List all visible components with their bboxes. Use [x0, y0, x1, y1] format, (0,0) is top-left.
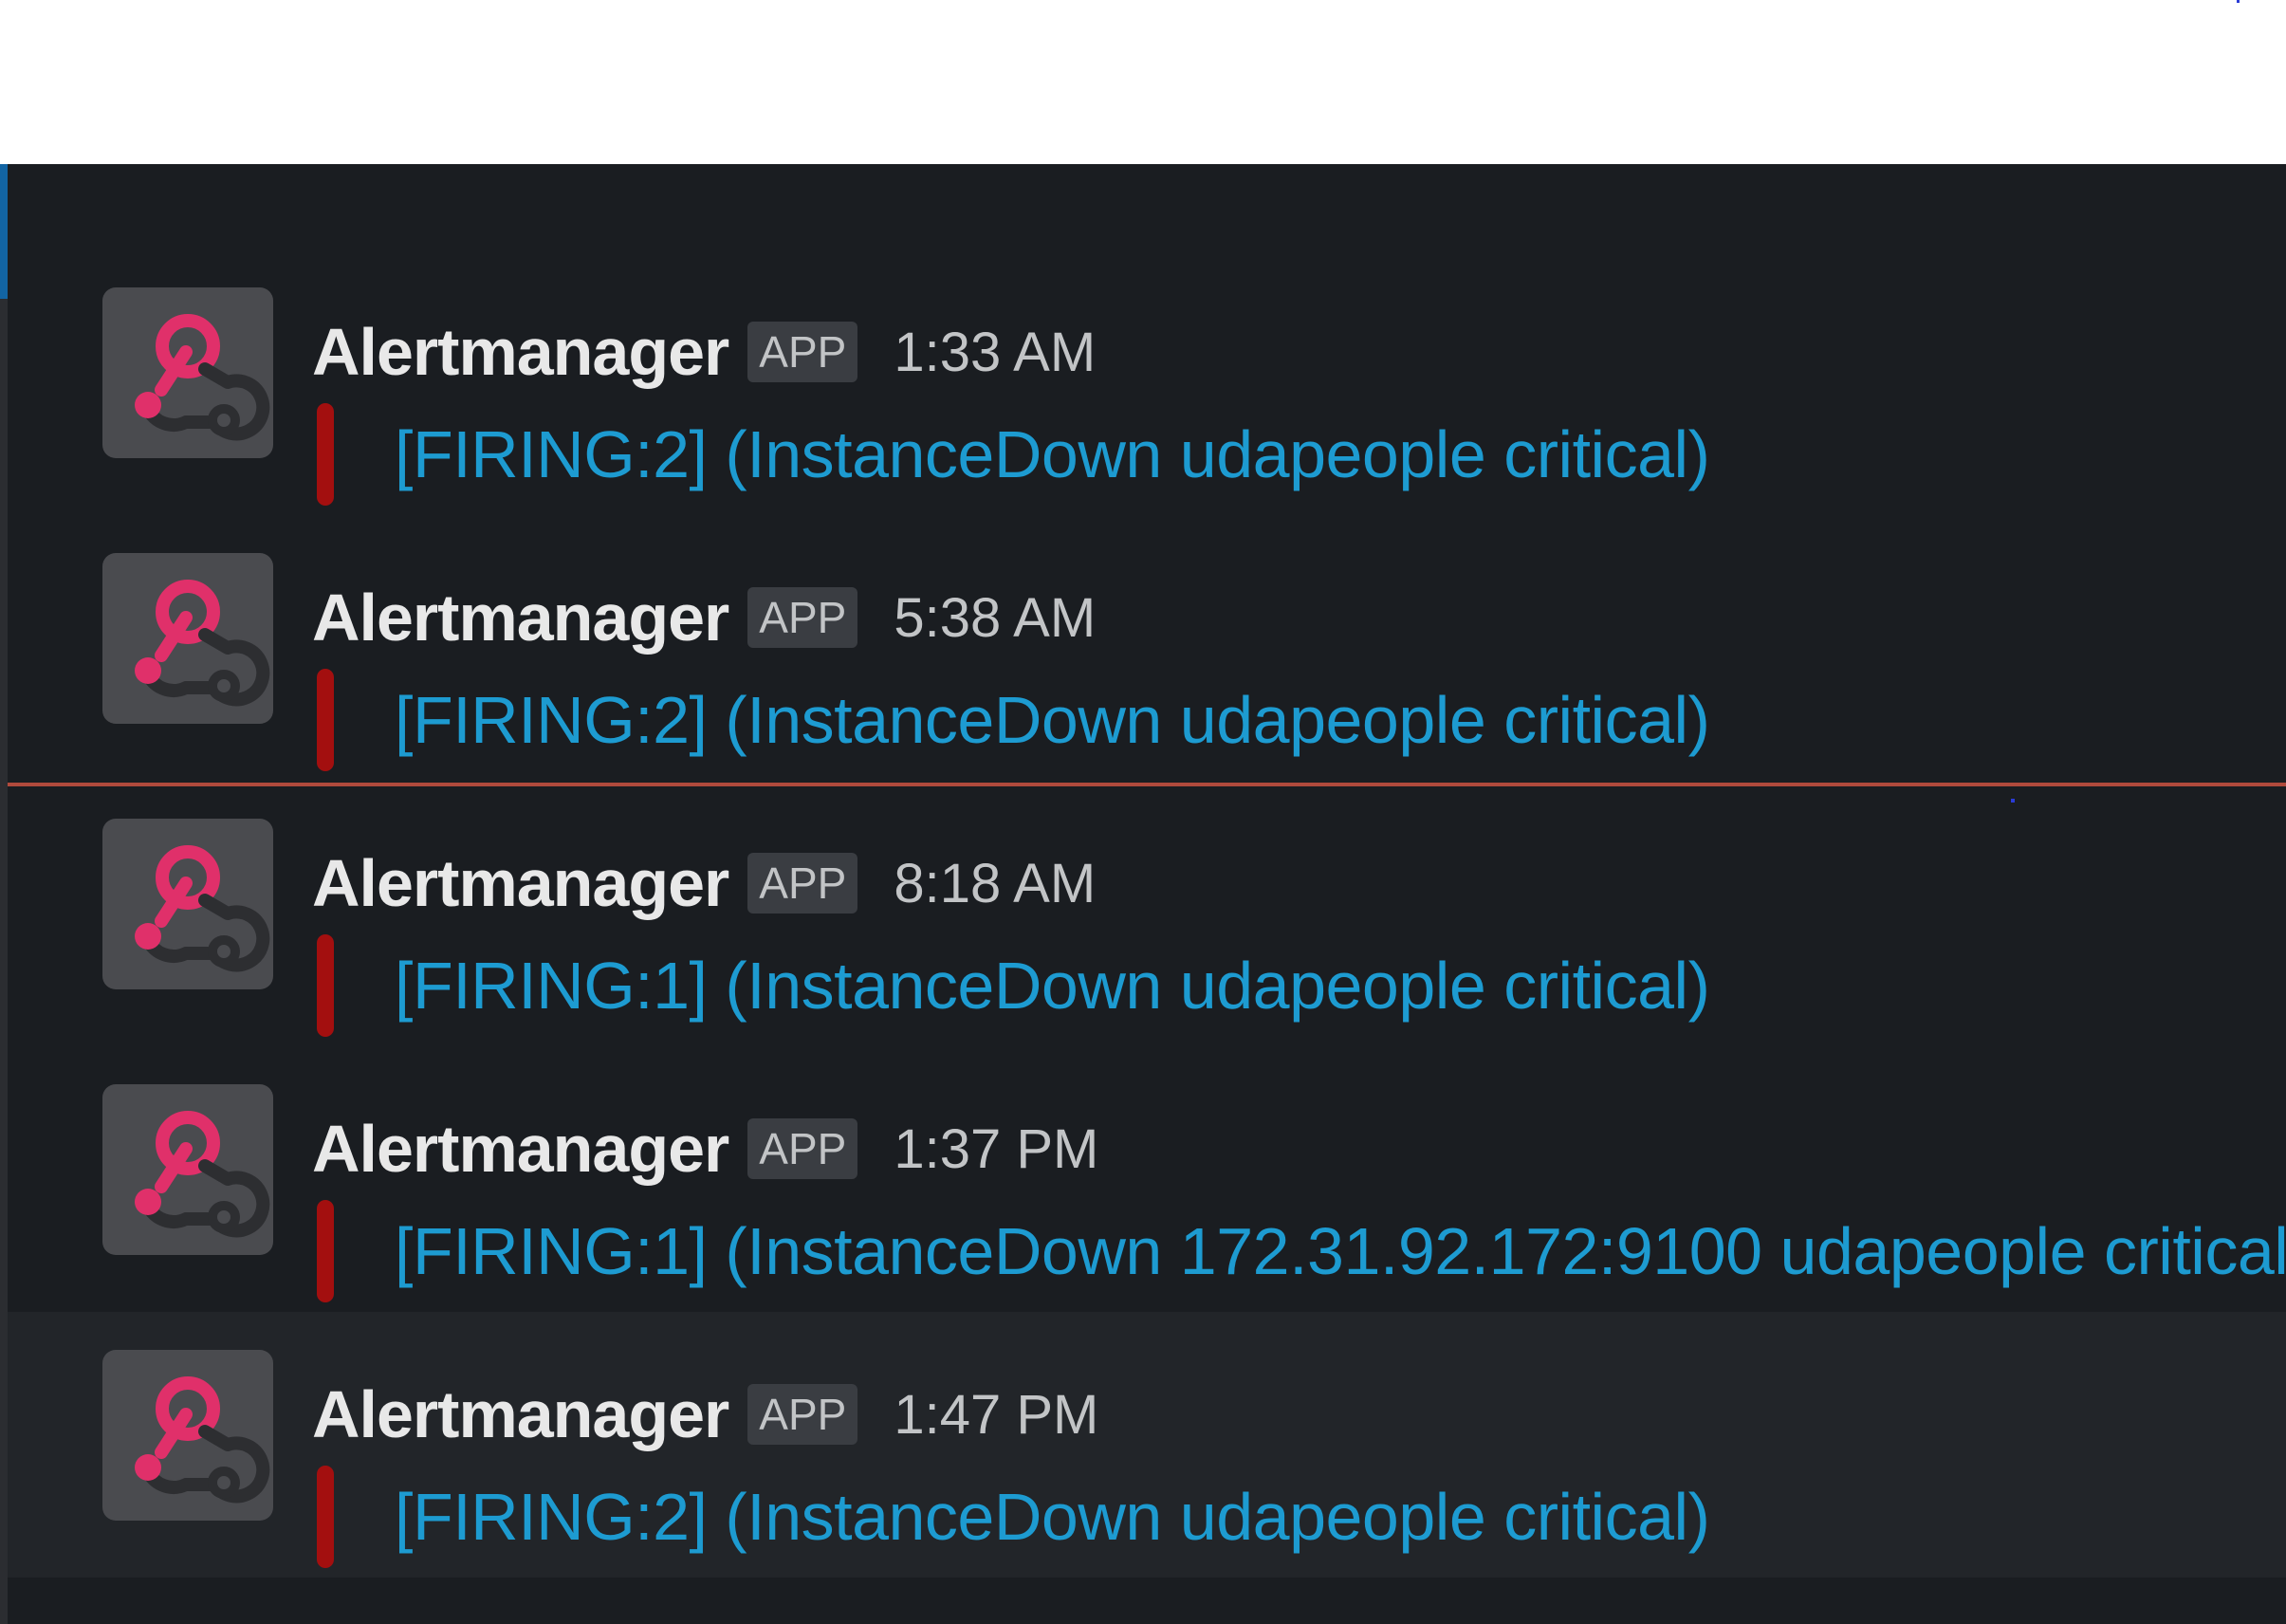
message-item[interactable]: Alertmanager APP 5:38 AM [FIRING:2] (Ins…	[8, 553, 2286, 819]
alert-title-link[interactable]: [FIRING:2] (InstanceDown udapeople criti…	[395, 674, 1710, 766]
app-badge: APP	[747, 1118, 858, 1179]
scroll-indicator	[0, 164, 8, 299]
corner-marker	[2237, 0, 2240, 3]
avatar[interactable]	[102, 1084, 273, 1255]
message-item[interactable]: Alertmanager APP 1:37 PM [FIRING:1] (Ins…	[8, 1084, 2286, 1350]
avatar[interactable]	[102, 553, 273, 724]
message-header: Alertmanager APP 1:47 PM	[312, 1375, 1098, 1454]
divider-marker	[2011, 799, 2015, 803]
timestamp[interactable]: 1:33 AM	[894, 321, 1096, 384]
sender-name[interactable]: Alertmanager	[312, 1111, 729, 1187]
message-list-left-border	[0, 164, 8, 1624]
sender-name[interactable]: Alertmanager	[312, 580, 729, 655]
message-item[interactable]: Alertmanager APP 1:33 AM [FIRING:2] (Ins…	[8, 287, 2286, 553]
new-messages-divider	[8, 783, 2286, 786]
alert-severity-bar	[317, 1200, 334, 1302]
app-badge: APP	[747, 853, 858, 914]
webhook-icon	[135, 1111, 270, 1238]
webhook-icon	[135, 1376, 270, 1504]
top-whitespace	[0, 0, 2286, 164]
message-item[interactable]: Alertmanager APP 8:18 AM [FIRING:1] (Ins…	[8, 819, 2286, 1084]
sender-name[interactable]: Alertmanager	[312, 845, 729, 921]
message-header: Alertmanager APP 1:37 PM	[312, 1109, 1098, 1189]
alert-title-link[interactable]: [FIRING:2] (InstanceDown udapeople criti…	[395, 1471, 1710, 1562]
timestamp[interactable]: 5:38 AM	[894, 586, 1096, 650]
app-badge: APP	[747, 322, 858, 382]
message-list[interactable]: Alertmanager APP 1:33 AM [FIRING:2] (Ins…	[0, 164, 2286, 1624]
message-item[interactable]: Alertmanager APP 1:47 PM [FIRING:2] (Ins…	[8, 1312, 2286, 1578]
app-badge: APP	[747, 587, 858, 648]
timestamp[interactable]: 1:37 PM	[894, 1117, 1098, 1181]
sender-name[interactable]: Alertmanager	[312, 314, 729, 390]
alert-title-link[interactable]: [FIRING:1] (InstanceDown 172.31.92.172:9…	[395, 1206, 2286, 1297]
webhook-icon	[135, 845, 270, 972]
avatar[interactable]	[102, 819, 273, 989]
timestamp[interactable]: 8:18 AM	[894, 852, 1096, 915]
message-header: Alertmanager APP 5:38 AM	[312, 578, 1096, 657]
sender-name[interactable]: Alertmanager	[312, 1376, 729, 1452]
webhook-icon	[135, 314, 270, 441]
app-badge: APP	[747, 1384, 858, 1445]
alert-severity-bar	[317, 1466, 334, 1568]
webhook-icon	[135, 580, 270, 707]
alert-severity-bar	[317, 403, 334, 506]
message-header: Alertmanager APP 1:33 AM	[312, 312, 1096, 392]
avatar[interactable]	[102, 287, 273, 458]
message-header: Alertmanager APP 8:18 AM	[312, 843, 1096, 923]
alert-title-link[interactable]: [FIRING:1] (InstanceDown udapeople criti…	[395, 940, 1710, 1031]
timestamp[interactable]: 1:47 PM	[894, 1383, 1098, 1447]
avatar[interactable]	[102, 1350, 273, 1521]
alert-severity-bar	[317, 669, 334, 771]
alert-severity-bar	[317, 934, 334, 1037]
alert-title-link[interactable]: [FIRING:2] (InstanceDown udapeople criti…	[395, 409, 1710, 500]
